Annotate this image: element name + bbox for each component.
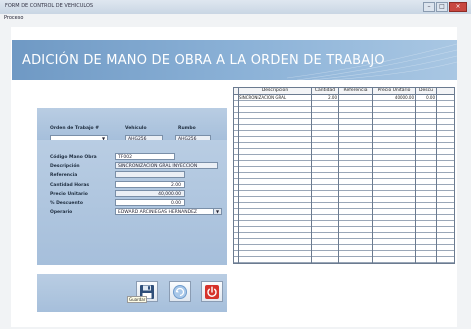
- power-button[interactable]: [201, 281, 223, 302]
- refresh-button[interactable]: [169, 281, 191, 302]
- table-cell: 0.00: [426, 95, 435, 100]
- grid-divider: [238, 88, 239, 263]
- window-controls: – □ ×: [422, 2, 467, 12]
- menu-bar: Proceso: [0, 14, 471, 23]
- codigo-field[interactable]: TF002: [115, 153, 175, 160]
- maximize-button[interactable]: □: [436, 2, 448, 12]
- power-icon: [205, 285, 219, 299]
- labor-grid[interactable]: Descripcion Cantidad Referencia Precio U…: [233, 87, 455, 264]
- page-title: ADICIÓN DE MANO DE OBRA A LA ORDEN DE TR…: [22, 53, 385, 68]
- operario-label: Operario: [50, 210, 73, 215]
- descripcion-field[interactable]: SINCRONIZACION GRAL INYECCION: [115, 162, 218, 169]
- close-button[interactable]: ×: [449, 2, 467, 12]
- referencia-field[interactable]: [115, 171, 185, 178]
- grid-divider: [372, 88, 373, 263]
- grid-divider: [415, 88, 416, 263]
- descuento-field[interactable]: 0.00: [115, 199, 185, 206]
- window-title: FORM DE CONTROL DE VEHICULOS: [5, 3, 94, 9]
- table-cell: [339, 95, 372, 100]
- referencia-label: Referencia: [50, 173, 78, 178]
- precio-field[interactable]: 40,000.00: [115, 190, 185, 197]
- descripcion-label: Descripción: [50, 164, 80, 169]
- codigo-label: Código Mano Obra: [50, 155, 97, 160]
- grid-divider: [338, 88, 339, 263]
- cantidad-label: Cantidad Horas: [50, 183, 90, 188]
- table-cell: 40000.00: [394, 95, 414, 100]
- descuento-label: % Descuento: [50, 201, 83, 206]
- column-header[interactable]: Cantidad: [312, 88, 338, 94]
- title-bar: FORM DE CONTROL DE VEHICULOS – □ ×: [0, 0, 471, 14]
- column-header[interactable]: Precio Unitario: [373, 88, 415, 94]
- menu-item-proceso[interactable]: Proceso: [4, 15, 23, 21]
- operario-select[interactable]: EDWARD ARCINIEGAS HERNANDEZ ▼: [115, 208, 222, 215]
- column-header[interactable]: Referencia: [339, 88, 372, 94]
- grid-header: Descripcion Cantidad Referencia Precio U…: [234, 88, 454, 95]
- table-row[interactable]: [234, 257, 454, 263]
- column-header[interactable]: Descu: [416, 88, 436, 94]
- refresh-icon: [173, 285, 187, 299]
- grid-divider: [311, 88, 312, 263]
- chevron-down-icon: ▼: [213, 209, 221, 214]
- table-cell: 2.00: [328, 95, 337, 100]
- precio-label: Precio Unitario: [50, 192, 88, 197]
- cantidad-field[interactable]: 2.00: [115, 181, 185, 188]
- vehicle-label: Vehículo: [125, 126, 147, 131]
- column-header[interactable]: Descripcion: [239, 88, 311, 94]
- placa-label: Rumbo: [178, 126, 196, 131]
- save-tooltip: Guardar: [127, 296, 148, 303]
- table-cell: SINCRONIZACION GRAL: [239, 95, 287, 100]
- application-window: FORM DE CONTROL DE VEHICULOS – □ × Proce…: [0, 0, 471, 329]
- minimize-button[interactable]: –: [423, 2, 435, 12]
- grid-divider: [436, 88, 437, 263]
- order-number-label: Orden de Trabajo #: [50, 126, 99, 131]
- actions-panel: [37, 274, 227, 312]
